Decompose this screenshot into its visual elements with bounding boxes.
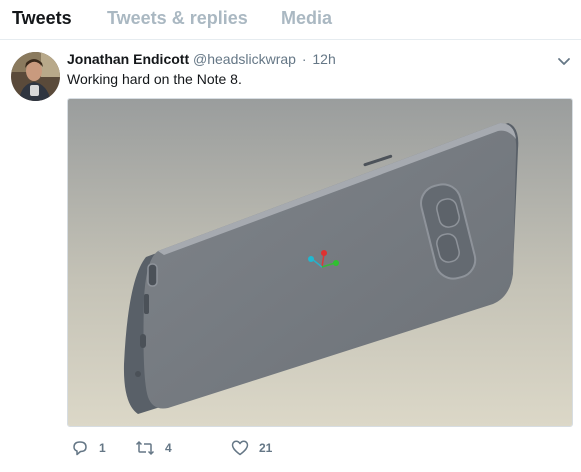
retweet-icon	[135, 439, 155, 457]
profile-tabs: Tweets Tweets & replies Media	[0, 0, 581, 40]
timestamp[interactable]: 12h	[312, 51, 335, 67]
tweet-actions: 1 4 21	[67, 438, 467, 458]
tweet[interactable]: Jonathan Endicott @headslickwrap · 12h W…	[0, 41, 581, 472]
author-name[interactable]: Jonathan Endicott	[67, 51, 189, 67]
tweet-header: Jonathan Endicott @headslickwrap · 12h	[67, 51, 336, 67]
heart-icon	[231, 439, 249, 457]
reply-button[interactable]: 1	[71, 438, 106, 458]
tweet-image[interactable]	[67, 98, 573, 427]
like-count: 21	[259, 441, 273, 455]
tab-media[interactable]: Media	[281, 8, 332, 29]
author-handle[interactable]: @headslickwrap	[193, 51, 296, 67]
like-button[interactable]: 21	[231, 438, 272, 458]
avatar[interactable]	[11, 52, 60, 101]
chevron-down-icon[interactable]	[556, 53, 572, 69]
reply-count: 1	[99, 441, 106, 455]
reply-icon	[71, 439, 89, 457]
retweet-button[interactable]: 4	[135, 438, 172, 458]
tab-tweets[interactable]: Tweets	[12, 8, 72, 29]
tab-tweets-and-replies[interactable]: Tweets & replies	[107, 8, 248, 29]
retweet-count: 4	[165, 441, 172, 455]
tweet-text: Working hard on the Note 8.	[67, 71, 242, 87]
separator: ·	[301, 51, 307, 67]
